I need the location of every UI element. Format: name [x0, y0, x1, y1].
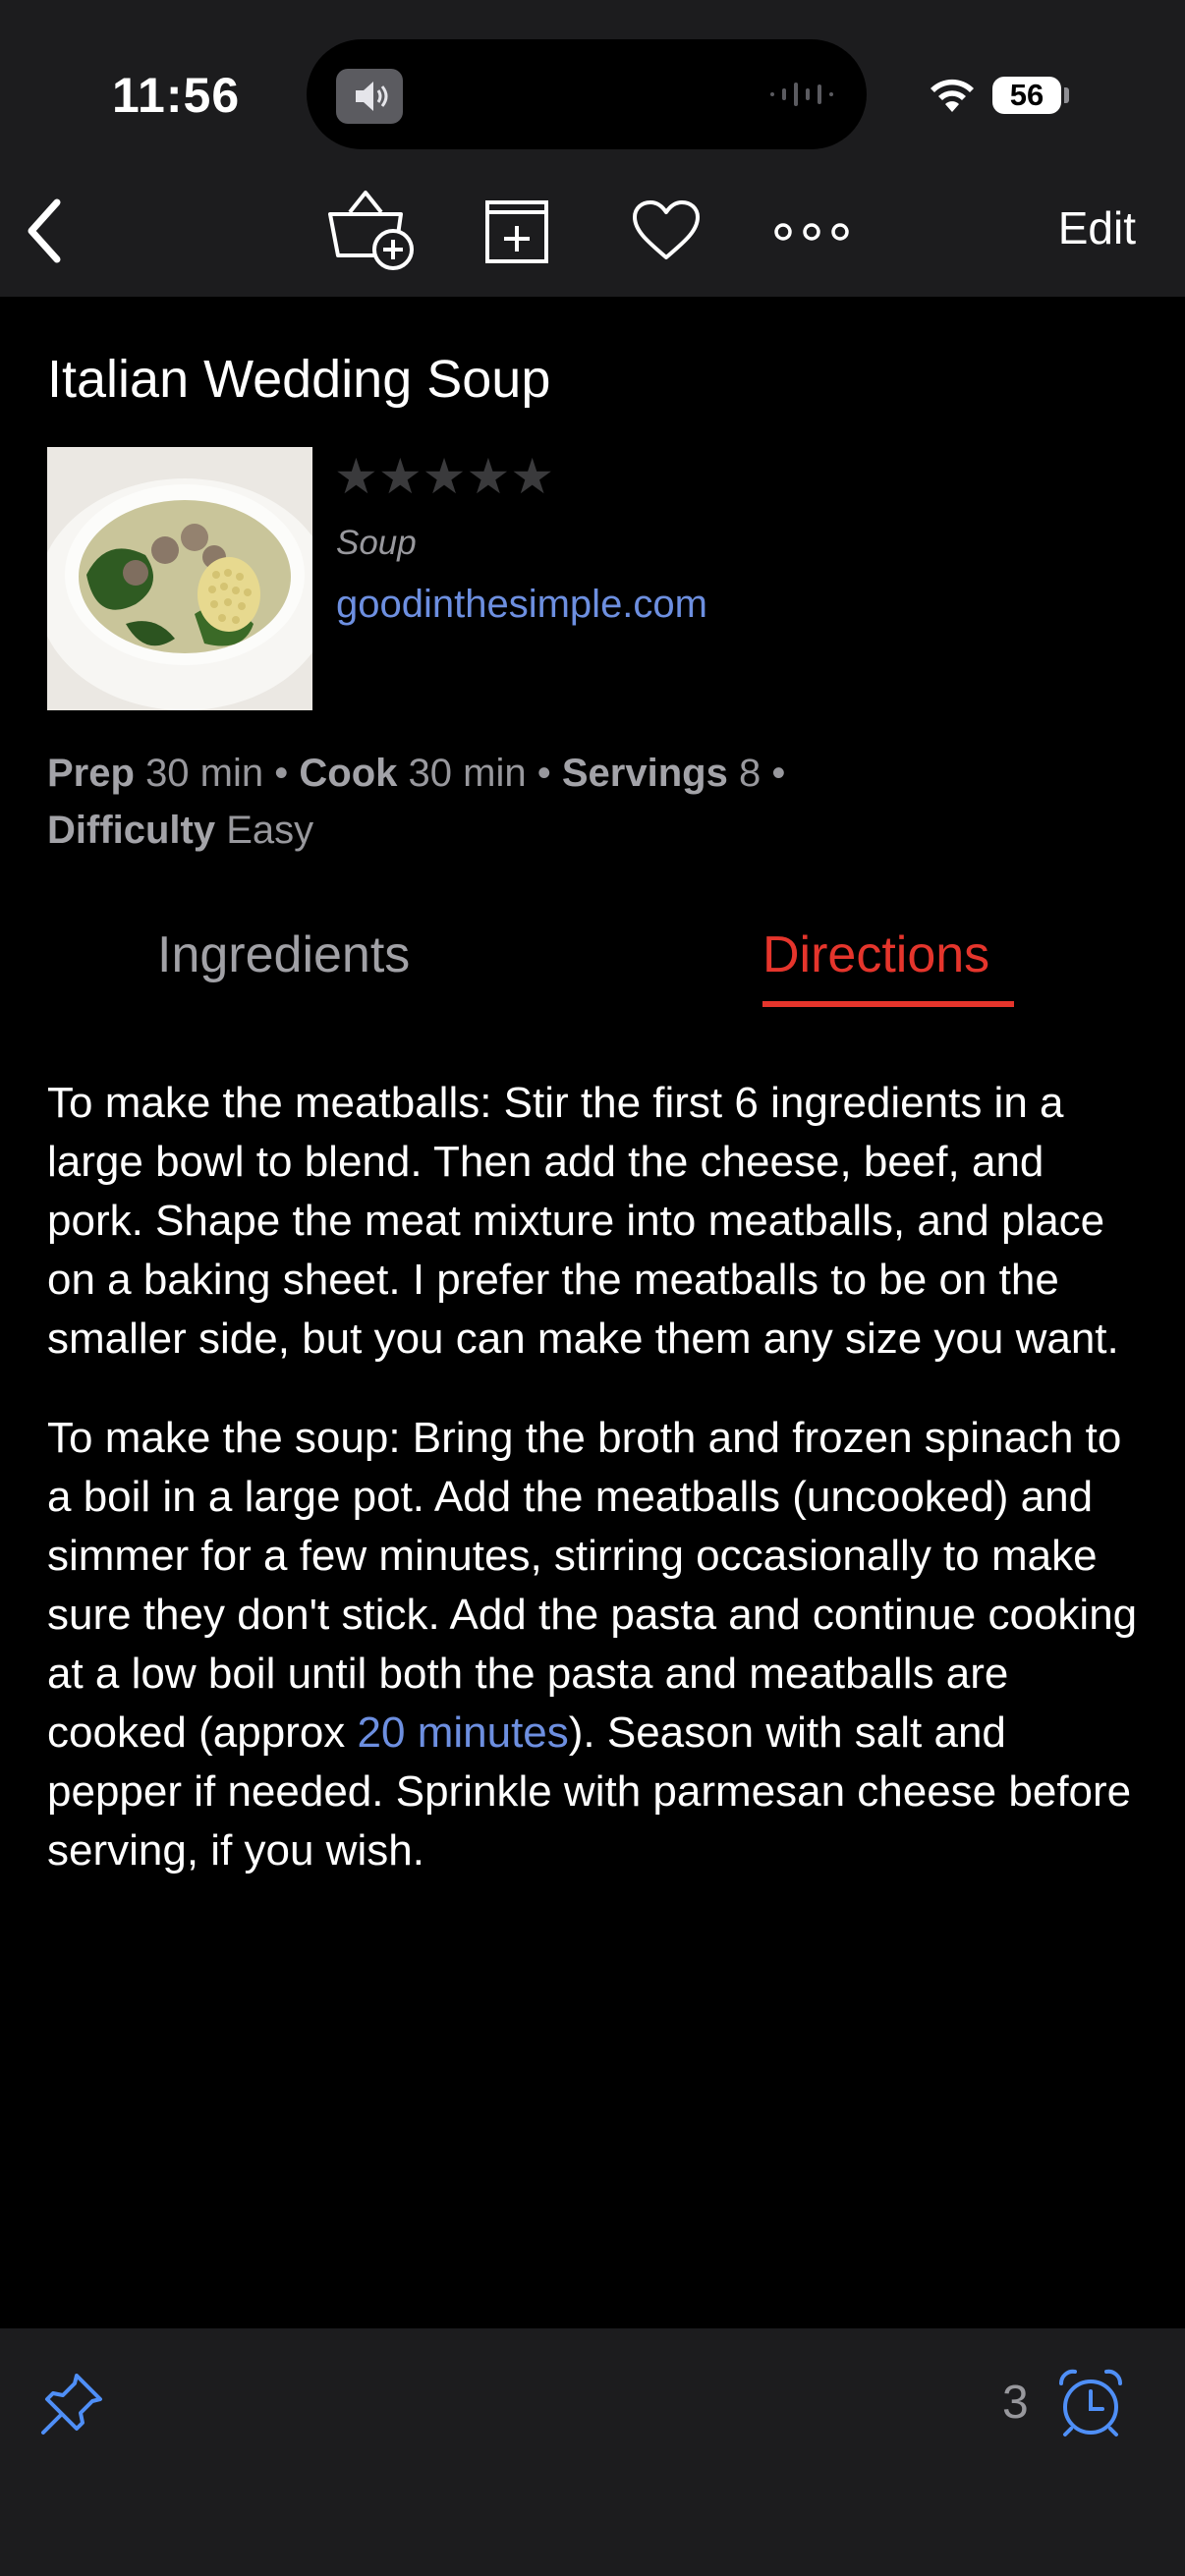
top-bar: 11:56 56 Edit	[0, 0, 1185, 297]
battery-cap	[1064, 87, 1069, 103]
prep-label: Prep	[47, 752, 135, 795]
heart-icon[interactable]	[631, 198, 702, 261]
source-link[interactable]: goodinthesimple.com	[336, 583, 707, 627]
add-to-plan-icon[interactable]	[483, 198, 550, 265]
meta-separator: •	[771, 752, 786, 795]
recipe-category: Soup	[336, 524, 417, 562]
direction-step: To make the meatballs: Stir the first 6 …	[47, 1079, 1119, 1363]
meta-separator: •	[536, 752, 551, 795]
soup-photo-image	[47, 447, 312, 710]
status-time: 11:56	[112, 68, 241, 123]
servings-label: Servings	[561, 752, 728, 795]
tab-ingredients[interactable]: Ingredients	[157, 925, 410, 984]
audio-wave-icon	[770, 83, 833, 106]
basket-add-icon[interactable]	[326, 187, 417, 271]
timer-count: 3	[1002, 2377, 1029, 2429]
alarm-clock-icon[interactable]	[1055, 2368, 1126, 2438]
edit-button[interactable]: Edit	[1058, 201, 1136, 254]
battery-level: 56	[992, 77, 1061, 114]
recipe-photo[interactable]	[47, 447, 312, 710]
active-tab-indicator	[762, 1001, 1014, 1007]
back-chevron-icon[interactable]	[22, 196, 65, 265]
dynamic-island	[307, 39, 867, 149]
difficulty-value: Easy	[226, 809, 314, 852]
pin-icon[interactable]	[37, 2370, 106, 2438]
wifi-icon	[931, 79, 974, 112]
meta-separator: •	[274, 752, 289, 795]
timer-link[interactable]: 20 minutes	[358, 1708, 569, 1757]
directions-text: To make the meatballs: Stir the first 6 …	[47, 1074, 1148, 1921]
direction-text: To make the soup: Bring the broth and fr…	[47, 1414, 1138, 1757]
bottom-toolbar: 3	[0, 2328, 1185, 2576]
more-icon[interactable]	[772, 221, 851, 243]
tab-directions[interactable]: Directions	[762, 925, 989, 984]
prep-value: 30 min	[145, 752, 264, 795]
rating-stars[interactable]: ★★★★★	[334, 448, 554, 505]
cook-label: Cook	[299, 752, 398, 795]
servings-value: 8	[738, 752, 762, 795]
direction-step: To make the soup: Bring the broth and fr…	[47, 1409, 1148, 1880]
recipe-title: Italian Wedding Soup	[47, 350, 551, 409]
cook-value: 30 min	[408, 752, 527, 795]
difficulty-label: Difficulty	[47, 809, 216, 852]
speaker-icon	[336, 69, 403, 124]
recipe-meta: Prep 30 min • Cook 30 min • Servings 8 •…	[47, 745, 1138, 859]
